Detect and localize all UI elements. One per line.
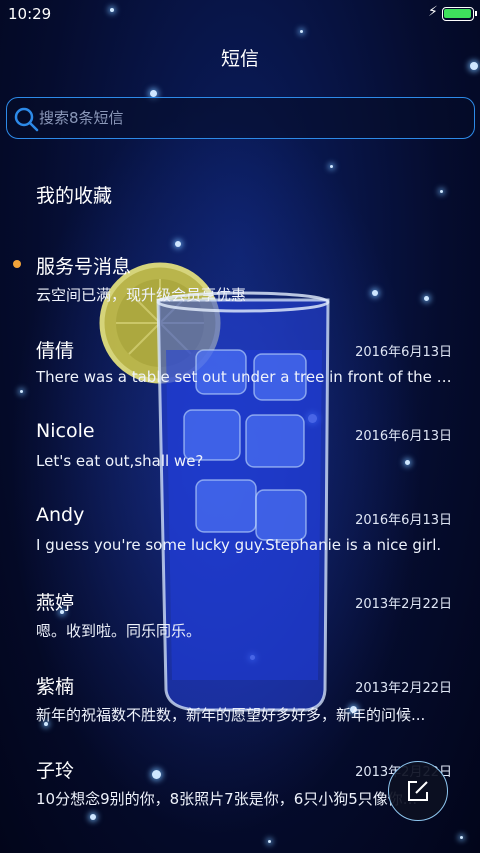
search-input[interactable] [39,104,459,132]
conversation-name: Nicole [36,420,95,442]
conversation-name: 燕婷 [36,592,75,614]
compose-button[interactable] [388,761,448,821]
search-icon [14,107,39,132]
conversation-item[interactable]: Nicole 2016年6月13日 Let's eat out,shall we? [0,414,480,498]
conversation-name: 紫楠 [36,676,75,698]
conversation-date: 2013年2月22日 [355,681,452,696]
conversation-item[interactable]: Andy 2016年6月13日 I guess you're some lucky … [0,498,480,582]
conversation-snippet: 新年的祝福数不胜数，新年的愿望好多好多，新年的问候... [36,706,426,724]
clock: 10:29 [8,5,52,23]
conversation-date: 2016年6月13日 [355,513,452,528]
conversation-item[interactable]: 燕婷 2013年2月22日嗯。收到啦。同乐同乐。 [0,582,480,666]
conversation-name: 服务号消息 [36,256,132,278]
conversation-snippet: 云空间已满，现升级会员享优惠 [36,286,247,304]
battery-level [444,9,471,18]
conversation-snippet: I guess you're some lucky guy.Stephanie … [36,536,442,554]
conversation-snippet: 嗯。收到啦。同乐同乐。 [36,622,202,640]
conversation-date: 2016年6月13日 [355,345,452,360]
search-bar[interactable] [6,97,475,139]
conversation-name: 倩倩 [36,340,75,362]
conversation-name: 子玲 [36,760,75,782]
conversation-snippet: There was a table set out under a tree i… [36,368,456,386]
status-bar: 10:29 ⚡ [0,0,480,28]
conversation-date: 2016年6月13日 [355,429,452,444]
charging-icon: ⚡ [428,4,438,20]
conversation-item[interactable]: 倩倩 2016年6月13日 There was a table set out un… [0,330,480,414]
favorites-link[interactable]: 我的收藏 [36,181,112,208]
conversation-item[interactable]: 紫楠 2013年2月22日新年的祝福数不胜数，新年的愿望好多好多，新年的问候... [0,666,480,750]
conversation-item[interactable]: 服务号消息云空间已满，现升级会员享优惠 [0,246,480,330]
battery-icon [442,7,477,21]
page-title: 短信 [220,48,259,70]
unread-dot [13,260,21,268]
conversation-date: 2013年2月22日 [355,597,452,612]
conversation-snippet: Let's eat out,shall we? [36,452,204,470]
conversation-list: 服务号消息云空间已满，现升级会员享优惠倩倩 2016年6月13日 There was… [0,246,480,834]
conversation-name: Andy [36,504,85,526]
compose-icon [408,781,428,801]
